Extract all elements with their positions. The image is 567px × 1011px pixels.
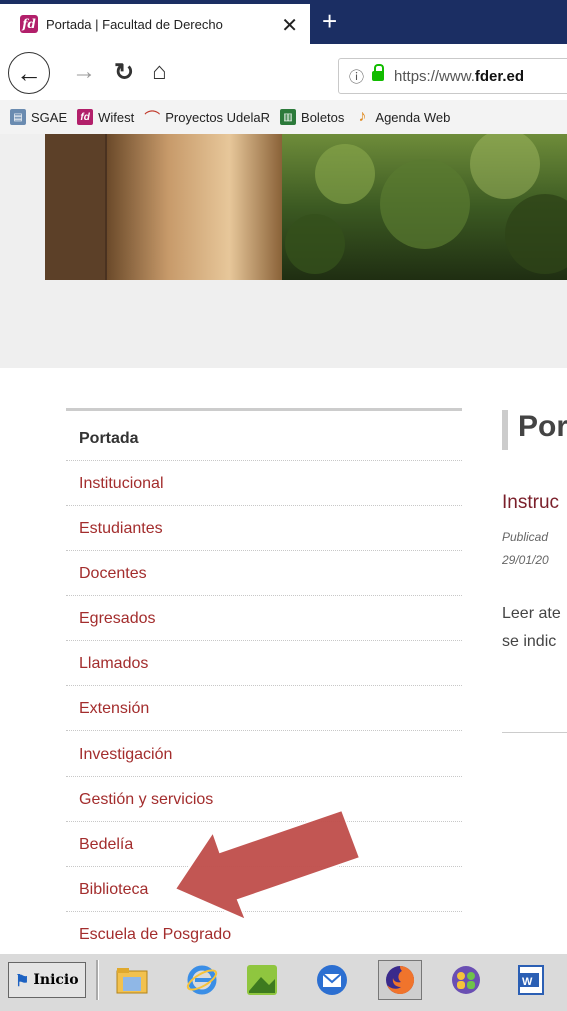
annotation-arrow-icon: [173, 808, 362, 922]
windows-flag-icon: ⚑: [15, 970, 30, 990]
app-icon[interactable]: [240, 960, 284, 1000]
svg-text:W: W: [522, 976, 533, 988]
file-explorer-icon[interactable]: [110, 960, 154, 1000]
word-icon[interactable]: W: [510, 960, 554, 1000]
thunderbird-icon[interactable]: [310, 960, 354, 1000]
taskbar-separator: [96, 960, 99, 1000]
firefox-icon[interactable]: [378, 960, 422, 1000]
users-icon[interactable]: [444, 960, 488, 1000]
start-button[interactable]: ⚑ Inicio: [8, 962, 86, 998]
internet-explorer-icon[interactable]: [180, 960, 224, 1000]
start-label: Inicio: [33, 972, 79, 988]
